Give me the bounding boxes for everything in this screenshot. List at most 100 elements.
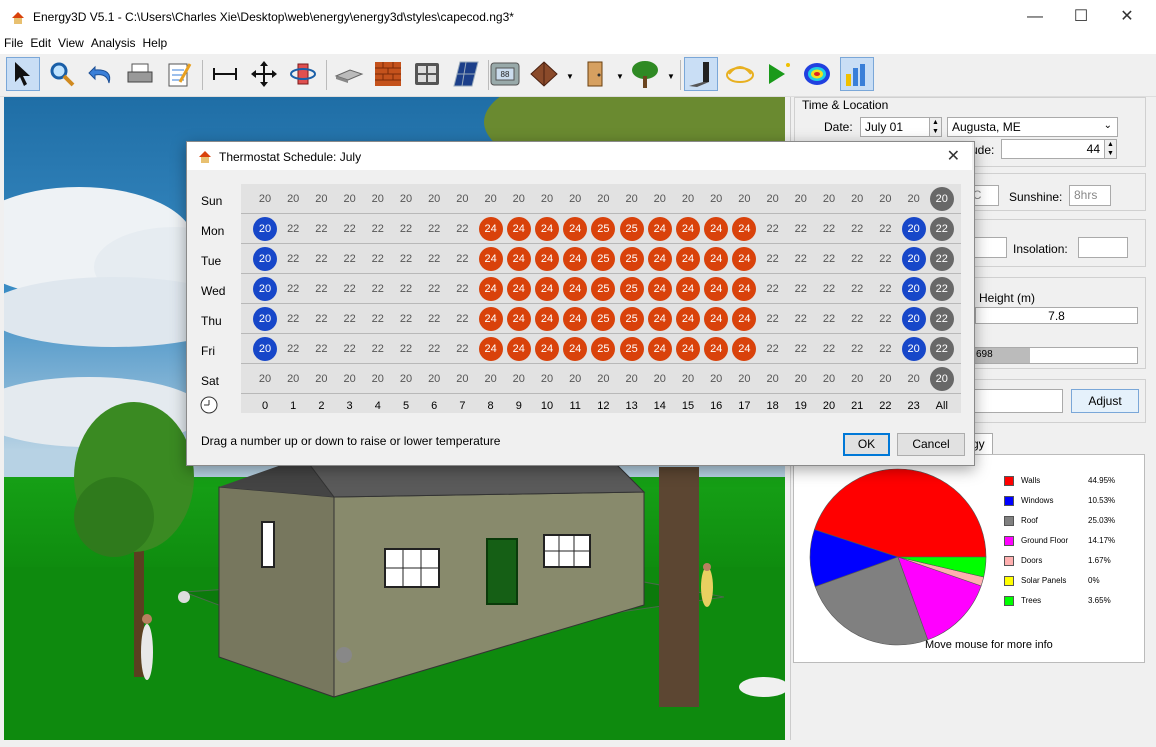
temperature-cell[interactable]: 22 bbox=[845, 307, 869, 331]
temperature-cell[interactable]: 20 bbox=[648, 187, 672, 211]
temperature-cell[interactable]: 24 bbox=[647, 217, 672, 241]
all-day-temperature-cell[interactable]: 22 bbox=[929, 307, 954, 331]
temperature-cell[interactable]: 22 bbox=[394, 217, 418, 241]
temperature-cell[interactable]: 22 bbox=[873, 337, 897, 361]
temperature-cell[interactable]: 20 bbox=[902, 367, 926, 391]
select-arrow-icon[interactable] bbox=[6, 57, 40, 91]
latitude-spinner[interactable]: ▲ ▼ bbox=[1104, 139, 1117, 159]
temperature-cell[interactable]: 22 bbox=[338, 217, 362, 241]
temperature-cell[interactable]: 20 bbox=[394, 187, 418, 211]
temperature-cell[interactable]: 22 bbox=[394, 277, 418, 301]
temperature-cell[interactable]: 24 bbox=[704, 247, 729, 271]
temperature-cell[interactable]: 22 bbox=[450, 247, 474, 271]
door-dropdown-icon[interactable]: ▼ bbox=[616, 72, 624, 81]
move-icon[interactable] bbox=[247, 57, 281, 91]
all-day-temperature-cell[interactable]: 20 bbox=[929, 367, 954, 391]
temperature-cell[interactable]: 22 bbox=[873, 217, 897, 241]
temperature-cell[interactable]: 24 bbox=[676, 217, 700, 241]
menu-help[interactable]: Help bbox=[139, 34, 171, 50]
temperature-cell[interactable]: 20 bbox=[535, 367, 559, 391]
energy-pie-chart[interactable]: Walls 44.95% Windows 10.53% Roof 25.03% Ground… bbox=[793, 454, 1145, 663]
temperature-cell[interactable]: 22 bbox=[789, 277, 813, 301]
schedule-grid[interactable]: 20 20 20 20 20 20 20 20 20 20 20 20 20 20 20 20 20 20 20 20… bbox=[241, 184, 961, 413]
temperature-cell[interactable]: 20 bbox=[732, 187, 756, 211]
temperature-cell[interactable]: 22 bbox=[817, 277, 841, 301]
temperature-cell[interactable]: 25 bbox=[591, 217, 616, 241]
temperature-cell[interactable]: 22 bbox=[450, 337, 474, 361]
thermostat-icon[interactable]: 88 bbox=[488, 57, 522, 91]
temperature-cell[interactable]: 20 bbox=[873, 187, 897, 211]
temperature-cell[interactable]: 20 bbox=[253, 247, 277, 271]
temperature-cell[interactable]: 22 bbox=[761, 247, 785, 271]
temperature-cell[interactable]: 24 bbox=[676, 307, 700, 331]
temperature-cell[interactable]: 20 bbox=[535, 187, 559, 211]
temperature-cell[interactable]: 22 bbox=[309, 277, 333, 301]
temperature-cell[interactable]: 20 bbox=[648, 367, 672, 391]
temperature-cell[interactable]: 22 bbox=[394, 247, 418, 271]
temperature-cell[interactable]: 24 bbox=[506, 217, 531, 241]
temperature-cell[interactable]: 22 bbox=[366, 217, 390, 241]
notes-icon[interactable] bbox=[162, 57, 196, 91]
print-icon[interactable] bbox=[123, 57, 157, 91]
temperature-cell[interactable]: 22 bbox=[450, 217, 474, 241]
temperature-cell[interactable]: 20 bbox=[704, 367, 728, 391]
temperature-cell[interactable]: 22 bbox=[873, 307, 897, 331]
tree-dropdown-icon[interactable]: ▼ bbox=[667, 72, 675, 81]
tree-icon[interactable] bbox=[628, 57, 662, 91]
temperature-cell[interactable]: 22 bbox=[309, 337, 333, 361]
temperature-cell[interactable]: 20 bbox=[901, 247, 926, 271]
temperature-cell[interactable]: 22 bbox=[422, 337, 446, 361]
temperature-cell[interactable]: 24 bbox=[506, 247, 531, 271]
height-field[interactable]: 7.8 bbox=[975, 307, 1138, 324]
temperature-cell[interactable]: 24 bbox=[535, 337, 559, 361]
ok-button[interactable]: OK bbox=[843, 433, 890, 456]
insolation-field[interactable] bbox=[1078, 237, 1128, 258]
temperature-cell[interactable]: 22 bbox=[366, 337, 390, 361]
temperature-cell[interactable]: 22 bbox=[281, 247, 305, 271]
temperature-cell[interactable]: 22 bbox=[309, 247, 333, 271]
temperature-cell[interactable]: 24 bbox=[676, 337, 700, 361]
temperature-cell[interactable]: 24 bbox=[535, 247, 559, 271]
temperature-cell[interactable]: 20 bbox=[591, 367, 615, 391]
temperature-cell[interactable]: 20 bbox=[817, 367, 841, 391]
temperature-cell[interactable]: 24 bbox=[647, 247, 672, 271]
temperature-cell[interactable]: 22 bbox=[338, 247, 362, 271]
foundation-icon[interactable] bbox=[332, 57, 366, 91]
temperature-cell[interactable]: 24 bbox=[732, 277, 757, 301]
city-select[interactable]: Augusta, ME ⌄ bbox=[947, 117, 1118, 137]
temperature-cell[interactable]: 20 bbox=[563, 367, 587, 391]
temperature-cell[interactable]: 22 bbox=[309, 217, 333, 241]
temperature-cell[interactable]: 24 bbox=[478, 307, 503, 331]
temperature-cell[interactable]: 22 bbox=[338, 277, 362, 301]
run-simulation-icon[interactable] bbox=[760, 57, 794, 91]
temperature-cell[interactable]: 20 bbox=[761, 187, 785, 211]
temperature-cell[interactable]: 20 bbox=[281, 187, 305, 211]
temperature-cell[interactable]: 20 bbox=[507, 367, 531, 391]
temperature-cell[interactable]: 24 bbox=[704, 217, 729, 241]
temperature-cell[interactable]: 20 bbox=[309, 367, 333, 391]
all-day-temperature-cell[interactable]: 22 bbox=[929, 247, 954, 271]
temperature-cell[interactable]: 24 bbox=[732, 247, 757, 271]
dialog-close-icon[interactable]: ✕ bbox=[947, 146, 960, 166]
temperature-cell[interactable]: 24 bbox=[506, 307, 531, 331]
temperature-cell[interactable]: 24 bbox=[676, 247, 700, 271]
temperature-cell[interactable]: 24 bbox=[732, 217, 757, 241]
temperature-cell[interactable]: 20 bbox=[732, 367, 756, 391]
temperature-cell[interactable]: 24 bbox=[647, 307, 672, 331]
wall-icon[interactable] bbox=[371, 57, 405, 91]
close-window-button[interactable]: ✕ bbox=[1104, 4, 1150, 30]
temperature-cell[interactable]: 24 bbox=[478, 217, 503, 241]
heliodon-icon[interactable] bbox=[723, 57, 757, 91]
temperature-cell[interactable]: 22 bbox=[309, 307, 333, 331]
temperature-cell[interactable]: 22 bbox=[789, 247, 813, 271]
temperature-cell[interactable]: 20 bbox=[253, 367, 277, 391]
temperature-cell[interactable]: 20 bbox=[309, 187, 333, 211]
temperature-cell[interactable]: 20 bbox=[422, 187, 446, 211]
temperature-cell[interactable]: 20 bbox=[507, 187, 531, 211]
temperature-cell[interactable]: 22 bbox=[789, 337, 813, 361]
temperature-cell[interactable]: 24 bbox=[506, 337, 531, 361]
temperature-cell[interactable]: 22 bbox=[817, 307, 841, 331]
temperature-cell[interactable]: 22 bbox=[817, 337, 841, 361]
temperature-cell[interactable]: 22 bbox=[450, 307, 474, 331]
temperature-cell[interactable]: 20 bbox=[704, 187, 728, 211]
